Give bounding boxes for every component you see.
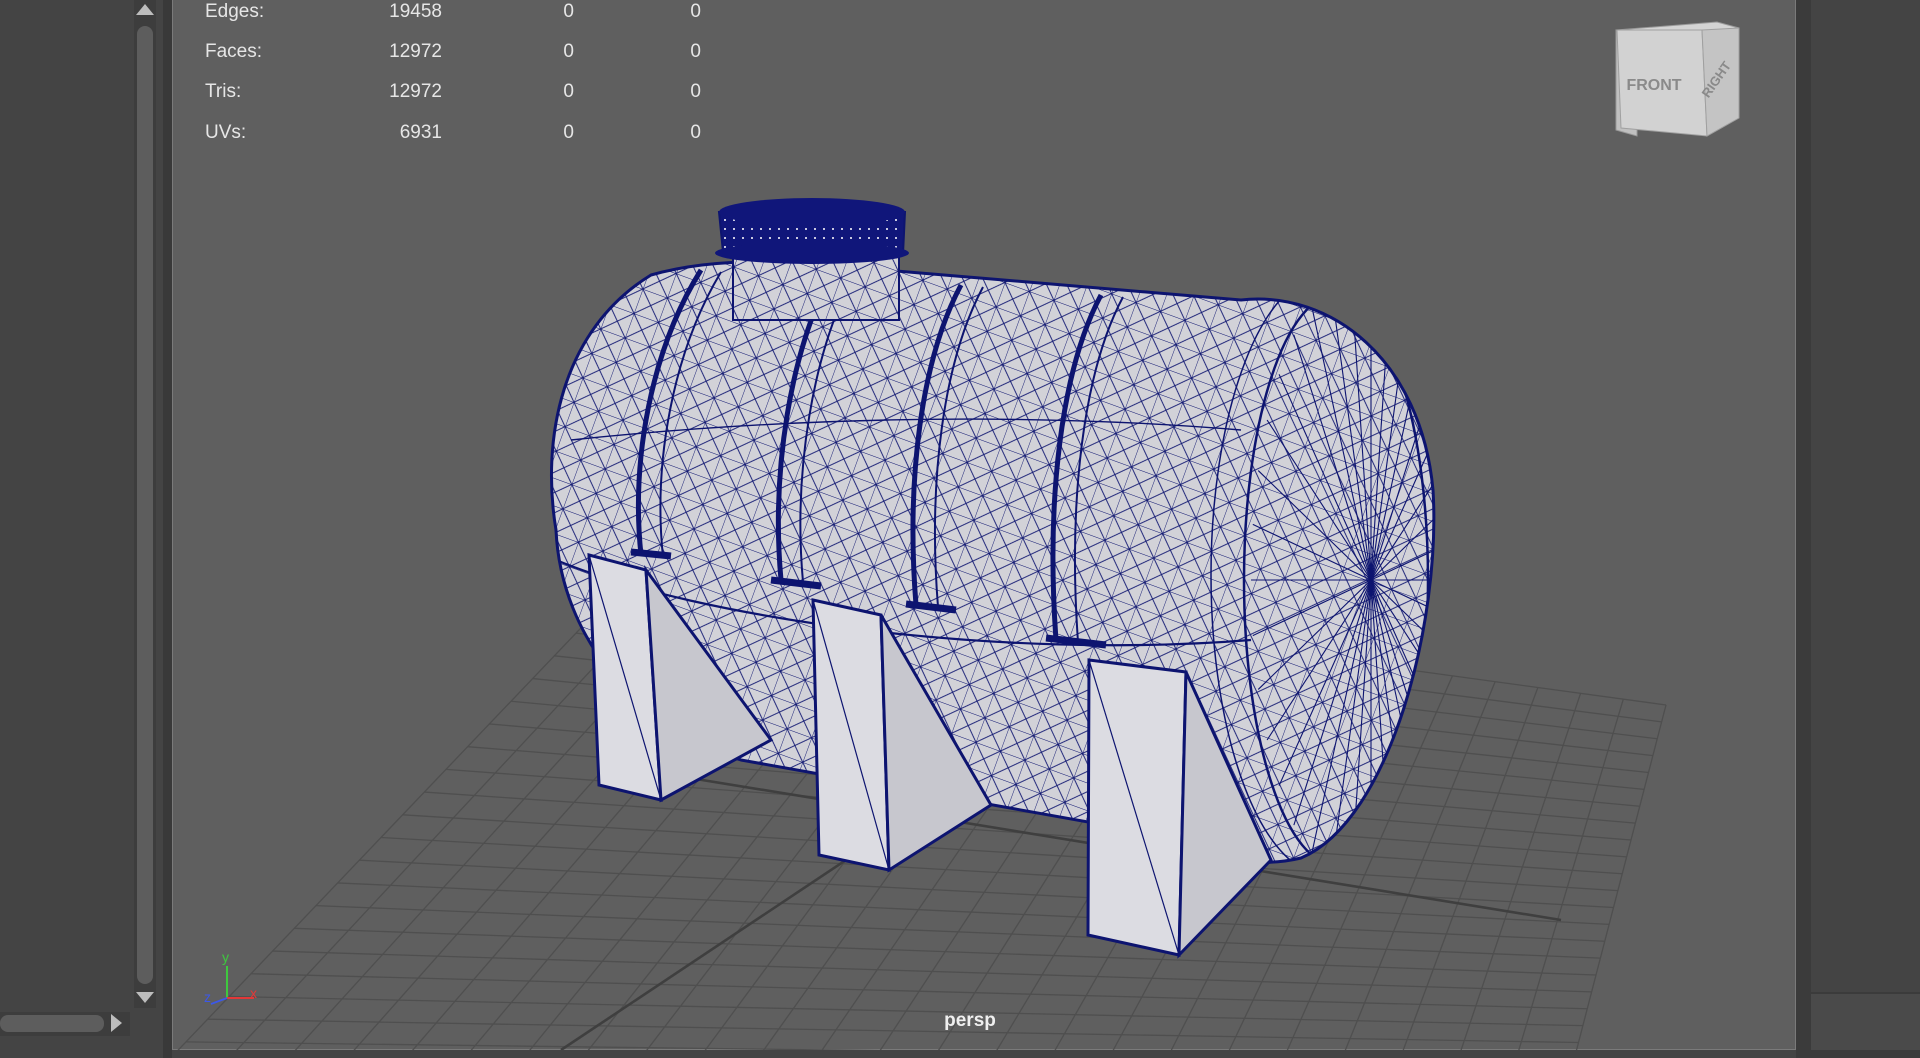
hud-value: 0	[690, 81, 701, 102]
grid-line	[185, 1041, 883, 1050]
axis-y-label: y	[222, 949, 229, 965]
panel-separator[interactable]	[163, 0, 172, 1058]
hud-value: 0	[690, 1, 701, 22]
axis-x-label: x	[250, 985, 257, 1001]
right-panel	[1796, 0, 1920, 1058]
vertical-scrollbar-thumb[interactable]	[137, 26, 153, 984]
scroll-down-arrow-icon[interactable]	[136, 992, 154, 1003]
perspective-viewport[interactable]: FRONT RIGHT y x z	[172, 0, 1796, 1050]
grid-line	[402, 814, 1618, 892]
hud-value: 0	[690, 41, 701, 62]
right-panel-footer	[1811, 994, 1920, 1050]
hud-value: 0	[563, 122, 574, 143]
hud-value: 0	[563, 81, 574, 102]
tank-mesh[interactable]	[550, 260, 1491, 900]
tank-cap-mesh[interactable]	[715, 198, 909, 321]
grid-line	[1402, 687, 1539, 1050]
axis-z-label: z	[204, 989, 211, 1005]
hud-value: 6931	[399, 122, 442, 143]
hud-value: 0	[563, 1, 574, 22]
scroll-up-arrow-icon[interactable]	[136, 4, 154, 15]
hud-value: 12972	[389, 81, 442, 102]
hud-value: 19458	[389, 1, 442, 22]
view-cube[interactable]: FRONT RIGHT	[1615, 21, 1740, 137]
hud-label: UVs:	[205, 122, 247, 143]
grid-line	[1460, 693, 1582, 1050]
camera-name-label: persp	[944, 1010, 996, 1031]
hud-label: Edges:	[205, 1, 265, 22]
hud-value: 0	[563, 41, 574, 62]
scroll-right-arrow-icon[interactable]	[111, 1014, 122, 1032]
horizontal-scrollbar-thumb[interactable]	[0, 1015, 104, 1032]
hud-value: 12972	[389, 41, 442, 62]
grid-line	[1575, 704, 1667, 1050]
right-panel-content	[1811, 0, 1920, 992]
view-cube-front-label[interactable]: FRONT	[1626, 77, 1681, 94]
left-panel	[0, 0, 163, 1058]
hud-value: 0	[690, 122, 701, 143]
scene-canvas[interactable]: FRONT RIGHT y x z	[173, 0, 1797, 1050]
hud-label: Faces:	[205, 41, 263, 62]
hud-label: Tris:	[205, 81, 242, 102]
